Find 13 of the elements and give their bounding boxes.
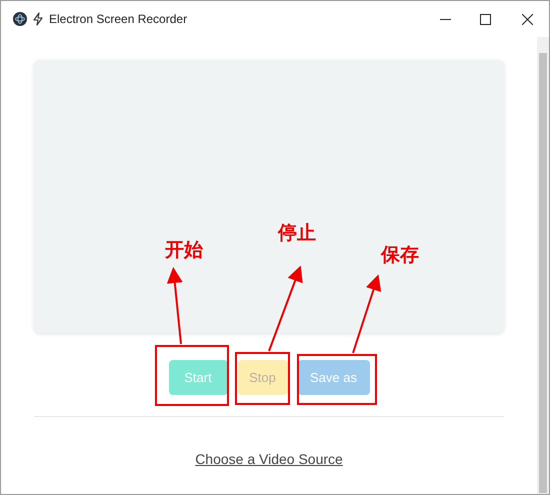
start-button[interactable]: Start [168,360,228,395]
highlight-frame [235,352,290,405]
close-icon [522,14,532,24]
maximize-icon [480,14,490,24]
app-logo-icon [13,12,27,26]
save-button[interactable]: Save as [298,360,370,395]
lightning-icon [32,12,44,26]
annotation-label: 停止 [278,224,316,243]
window-title: Electron Screen Recorder [49,11,188,28]
scrollbar[interactable] [537,37,549,494]
annotation-label: 保存 [381,246,419,265]
video-source-link[interactable]: Choose a Video Source [195,449,343,470]
annotation-label: 开始 [165,241,203,260]
